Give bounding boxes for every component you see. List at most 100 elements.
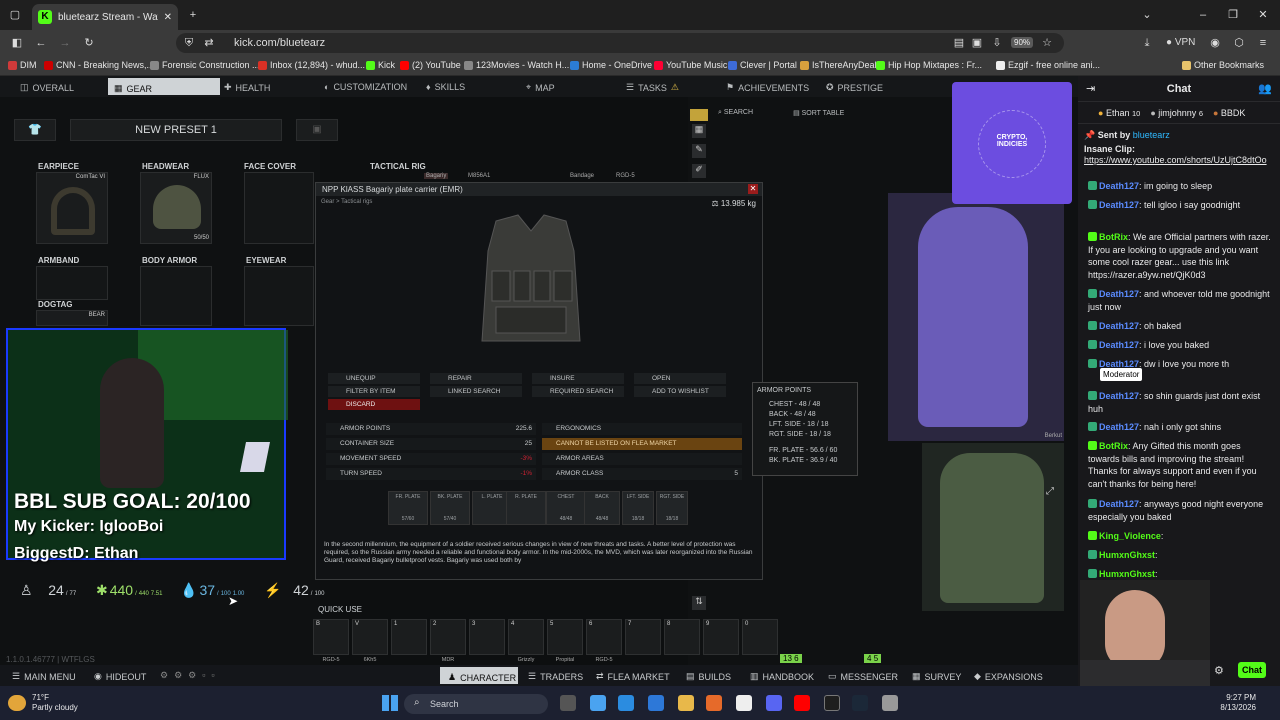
close-icon[interactable]: ✕ [748,184,758,194]
settings-app-icon[interactable] [882,695,898,711]
nav-overall[interactable]: ◫ OVERALL [20,82,74,93]
sort-icon[interactable]: ⇅ [692,596,706,610]
collapse-chat-icon[interactable]: ⇥ [1086,82,1095,95]
nav-customization[interactable]: ◐ CUSTOMIZATION [324,82,407,92]
quick-slot[interactable]: 4 Grizzly [508,619,544,663]
stream-video[interactable]: ◫ OVERALL ▦ GEAR ✚ HEALTH ◐ CUSTOMIZATION ♦ S… [0,76,1078,686]
add-to-wishlist-button[interactable]: ADD TO WISHLIST [634,386,726,397]
zoom-level[interactable]: 90% [1011,37,1034,48]
handbook-button[interactable]: ▥ HANDBOOK [750,671,814,682]
nav-health[interactable]: ✚ HEALTH [224,82,270,93]
bookmark-item[interactable]: YouTube Music [654,60,727,70]
nav-achievements[interactable]: ⚑ ACHIEVEMENTS [726,82,809,93]
nav-tasks[interactable]: ☰ TASKS ⚠ [626,82,679,93]
chat-username[interactable]: Death127 [1099,340,1139,350]
chat-username[interactable]: BotRix [1099,441,1128,451]
users-icon[interactable]: 👥 [1258,82,1272,95]
close-window-icon[interactable]: ✕ [1256,8,1270,22]
required-search-button[interactable]: REQUIRED SEARCH [532,386,624,397]
bookmark-item[interactable]: Hip Hop Mixtapes : Fr... [876,60,982,70]
forward-icon[interactable]: → [58,36,72,50]
quick-slot[interactable]: 6 RGD-5 [586,619,622,663]
character-button[interactable]: ♟ CHARACTER [440,667,518,684]
edge-icon[interactable] [618,695,634,711]
gifter[interactable]: ● jimjohnny 6 [1150,108,1203,118]
gifter[interactable]: ● BBDK [1213,108,1245,118]
body-armor-slot[interactable] [140,266,212,326]
chat-username[interactable]: Death127 [1099,289,1139,299]
wallet-icon[interactable]: ◉ [1208,36,1222,50]
chat-username[interactable]: Death127 [1099,181,1139,191]
sidebar-icon[interactable]: ◧ [10,36,24,50]
quick-slot[interactable]: 2 MDR [430,619,466,663]
backpack-item[interactable]: Berkut [888,193,1064,441]
preset-name[interactable]: NEW PRESET 1 [70,119,282,141]
eyewear-slot[interactable] [244,266,314,326]
chat-username[interactable]: Death127 [1099,499,1139,509]
maximize-icon[interactable]: ❐ [1226,8,1240,22]
gifter[interactable]: ● Ethan 10 [1098,108,1140,118]
linked-search-button[interactable]: LINKED SEARCH [430,386,522,397]
search-button[interactable]: ⌕ SEARCH [718,109,753,117]
traders-button[interactable]: ☰ TRADERS [528,671,583,682]
dogtag-slot[interactable]: BEAR [36,310,108,326]
quick-slot[interactable]: 1 [391,619,427,655]
chat-username[interactable]: Death127 [1099,391,1139,401]
tune-icon[interactable]: ⇄ [202,36,216,50]
chat-username[interactable]: Death127 [1099,200,1139,210]
bookmark-item[interactable]: Home - OneDrive [570,60,652,70]
clock[interactable]: 9:27 PM 8/13/2026 [1180,693,1256,713]
windows-start-icon[interactable] [382,695,398,711]
repair-button[interactable]: REPAIR [430,373,522,384]
chat-username[interactable]: BotRix [1099,232,1128,242]
unequip-button[interactable]: UNEQUIP [328,373,420,384]
back-icon[interactable]: ← [34,36,48,50]
nav-gear[interactable]: ▦ GEAR [108,78,220,95]
weather-widget[interactable]: 71°F Partly cloudy [32,693,78,713]
open-button[interactable]: OPEN [634,373,726,384]
vpn-button[interactable]: ● VPN [1166,37,1195,48]
bookmark-star-icon[interactable]: ☆ [1040,36,1054,50]
bookmark-item[interactable]: Clever | Portal [728,60,797,70]
quick-slot[interactable]: B RGD-5 [313,619,349,663]
discord-icon[interactable] [766,695,782,711]
explorer-icon[interactable] [678,695,694,711]
task-view-icon[interactable] [560,695,576,711]
plate-slot[interactable]: BK. PLATE 57/40 [430,491,470,525]
plate-slot[interactable]: R. PLATE [506,491,546,525]
preset-menu-icon[interactable]: 👕 [14,119,56,141]
brush-icon[interactable]: ✐ [692,164,706,178]
tab-search-icon[interactable]: ⌄ [1140,8,1154,22]
discard-button[interactable]: DISCARD [328,399,420,410]
expansions-button[interactable]: ◆ EXPANSIONS [974,671,1043,682]
plate-slot[interactable]: CHEST 48/48 [546,491,586,525]
bookmark-item[interactable]: DIM [8,60,37,70]
builds-button[interactable]: ▤ BUILDS [686,671,731,682]
nav-skills[interactable]: ♦ SKILLS [426,82,465,92]
app-icon[interactable] [736,695,752,711]
quick-slot[interactable]: 9 [703,619,739,655]
chat-username[interactable]: HumxnGhxst [1099,550,1155,560]
bookmark-item[interactable]: (2) YouTube [400,60,461,70]
nav-prestige[interactable]: ✪ PRESTIGE [826,82,883,93]
steam-icon[interactable] [852,695,868,711]
extensions-icon[interactable]: ⬡ [1232,36,1246,50]
chat-username[interactable]: HumxnGhxst [1099,569,1155,579]
grid-icon[interactable]: ▦ [692,124,706,138]
backpack-item-2[interactable] [922,443,1064,611]
plate-slot[interactable]: FR. PLATE 57/60 [388,491,428,525]
chat-username[interactable]: Death127 [1099,321,1139,331]
plate-slot[interactable]: BACK 48/48 [584,491,620,525]
obs-icon[interactable] [824,695,840,711]
quick-slot[interactable]: 8 [664,619,700,655]
hideout-button[interactable]: ◉ HIDEOUT [94,671,146,682]
save-preset-icon[interactable]: ▣ [296,119,338,141]
flea-market-button[interactable]: ⇄ FLEA MARKET [596,671,670,682]
address-bar[interactable]: kick.com/bluetearz [176,33,1064,53]
insure-button[interactable]: INSURE [532,373,624,384]
new-tab-icon[interactable]: + [186,8,200,22]
bookmark-item[interactable]: Kick [366,60,395,70]
clip-link[interactable]: https://www.youtube.com/shorts/UzUjtC8dt… [1084,155,1267,165]
site-info-icon[interactable]: ⛨ [182,36,196,50]
other-bookmarks[interactable]: Other Bookmarks [1182,60,1264,70]
